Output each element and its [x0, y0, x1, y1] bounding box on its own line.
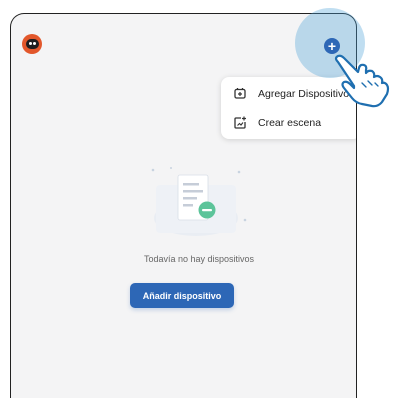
- add-device-button[interactable]: Añadir dispositivo: [130, 283, 234, 308]
- create-scene-icon: [234, 116, 246, 129]
- robot-avatar-icon[interactable]: [22, 34, 42, 54]
- menu-item-label: Crear escena: [258, 117, 322, 129]
- robot-face: [25, 39, 39, 49]
- empty-state-message: Todavía no hay dispositivos: [143, 254, 255, 264]
- empty-document-illustration: [151, 167, 247, 236]
- menu-item-create-scene[interactable]: Crear escena: [221, 108, 356, 138]
- add-device-icon: [234, 88, 246, 99]
- pointing-hand-icon: [334, 54, 390, 108]
- device-screen: Agregar Dispositivo Crear escena: [10, 13, 357, 398]
